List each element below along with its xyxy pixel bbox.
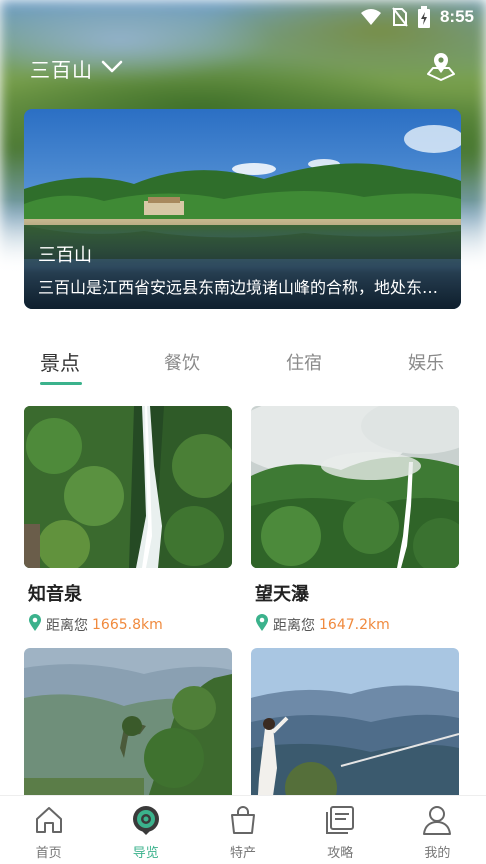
wifi-icon xyxy=(360,8,382,26)
bottom-nav: 首页 导览 特产 攻略 我的 xyxy=(0,795,486,864)
spot-distance: 距离您 1647.2km xyxy=(251,614,459,636)
spot-card[interactable] xyxy=(24,648,232,810)
no-sim-icon xyxy=(392,7,408,27)
nav-label: 导览 xyxy=(132,846,159,861)
notes-icon xyxy=(324,804,356,836)
location-selector[interactable]: 三百山 xyxy=(30,54,123,83)
nav-item-home[interactable]: 首页 xyxy=(0,796,97,864)
location-name: 三百山 xyxy=(30,57,93,82)
spot-title: 望天瀑 xyxy=(255,584,309,605)
map-button[interactable] xyxy=(424,51,458,85)
spot-card[interactable]: 知音泉 距离您 1665.8km xyxy=(24,406,232,636)
nav-item-specialties[interactable]: 特产 xyxy=(194,796,291,864)
nav-item-guides[interactable]: 攻略 xyxy=(292,796,389,864)
spot-distance: 距离您 1665.8km xyxy=(24,614,232,636)
status-time: 8:55 xyxy=(439,7,474,26)
battery-icon xyxy=(417,6,430,28)
banner-description: 三百山是江西省安远县东南边境诸山峰的合称，地处东江源头，风景秀丽 xyxy=(38,278,450,297)
spot-title: 知音泉 xyxy=(28,584,82,605)
spot-image xyxy=(24,648,232,810)
category-tabs: 景点 餐饮 住宿 娱乐 xyxy=(0,338,486,388)
spot-card[interactable]: 望天瀑 距离您 1647.2km xyxy=(251,406,459,636)
distance-value: 1647.2km xyxy=(319,617,390,633)
shopping-bag-icon xyxy=(227,804,259,836)
featured-banner[interactable]: 三百山 三百山是江西省安远县东南边境诸山峰的合称，地处东江源头，风景秀丽 xyxy=(24,109,461,309)
distance-value: 1665.8km xyxy=(92,617,163,633)
tab-scenic-spots[interactable]: 景点 xyxy=(40,347,80,376)
spot-image xyxy=(24,406,232,568)
spot-image xyxy=(251,406,459,568)
nav-label: 特产 xyxy=(230,846,257,861)
user-icon xyxy=(421,804,453,836)
tab-lodging[interactable]: 住宿 xyxy=(286,349,322,375)
home-icon xyxy=(33,804,65,836)
banner-title: 三百山 xyxy=(38,245,92,266)
distance-label: 距离您 xyxy=(46,618,88,634)
tab-entertainment[interactable]: 娱乐 xyxy=(408,349,444,375)
nav-item-guide[interactable]: 导览 xyxy=(97,796,194,864)
nav-label: 攻略 xyxy=(327,846,354,861)
location-pin-icon xyxy=(255,614,269,636)
tab-dining[interactable]: 餐饮 xyxy=(164,349,200,375)
status-bar: 8:55 xyxy=(0,0,486,34)
distance-label: 距离您 xyxy=(273,618,315,634)
spot-card[interactable] xyxy=(251,648,459,810)
location-pin-icon xyxy=(28,614,42,636)
guide-icon xyxy=(130,804,162,836)
nav-label: 我的 xyxy=(424,846,451,861)
nav-item-profile[interactable]: 我的 xyxy=(389,796,486,864)
chevron-down-icon xyxy=(101,59,123,78)
spot-image xyxy=(251,648,459,810)
tab-indicator xyxy=(40,382,82,385)
map-pin-icon xyxy=(425,51,457,85)
top-nav: 三百山 xyxy=(30,50,458,86)
nav-label: 首页 xyxy=(35,846,62,861)
